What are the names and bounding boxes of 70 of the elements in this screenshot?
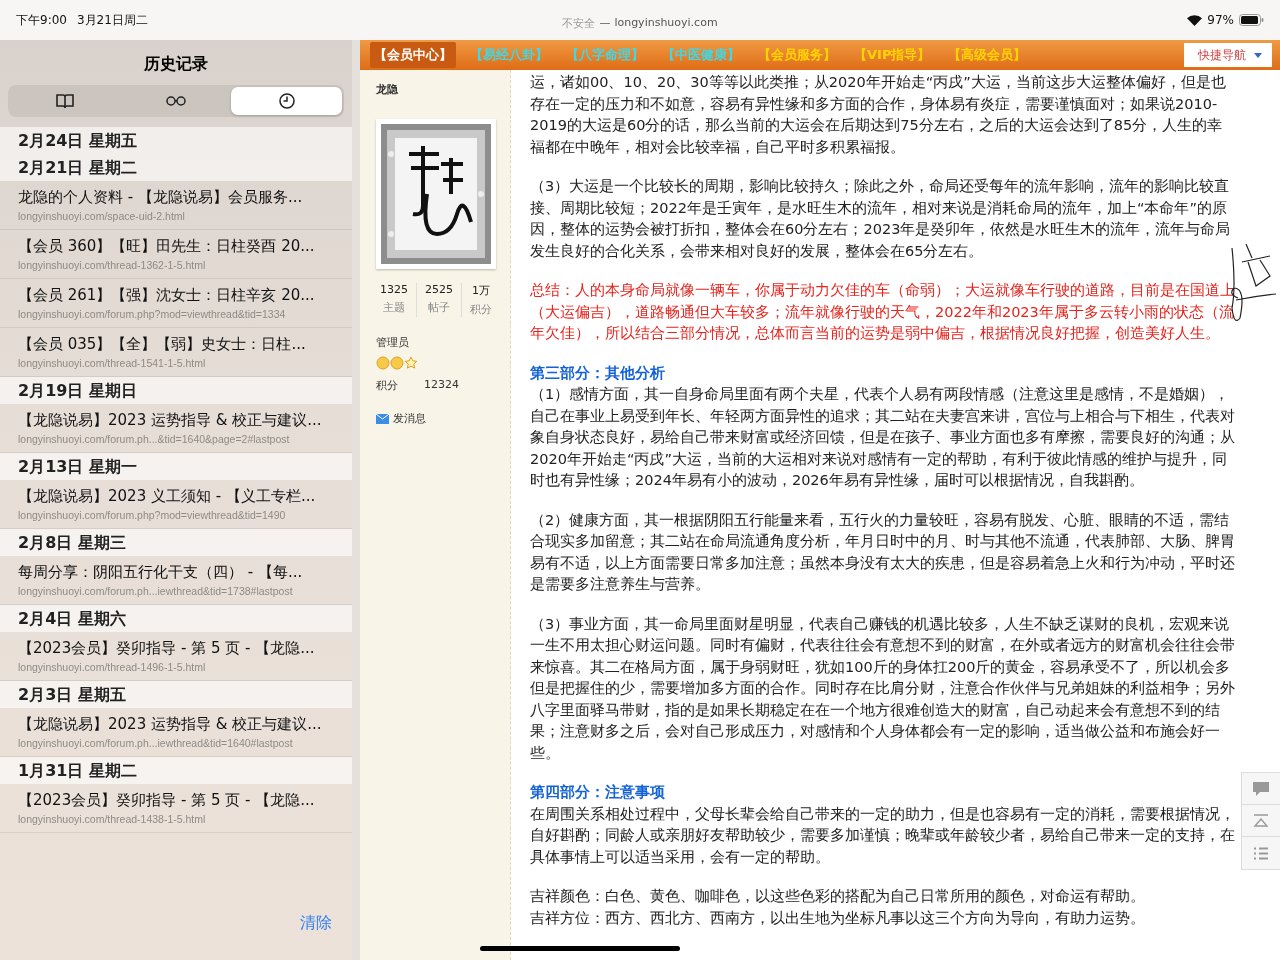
- author-name[interactable]: 龙隐: [376, 82, 398, 97]
- date-header: 2月4日 星期六: [0, 605, 352, 632]
- battery-icon: [1239, 14, 1264, 26]
- history-url: longyinshuoyi.com/thread-1362-1-5.html: [18, 259, 207, 272]
- quick-nav-button[interactable]: 快捷导航: [1184, 43, 1272, 67]
- clock-icon: [278, 93, 295, 109]
- stat-value: 1万: [472, 283, 490, 298]
- status-time: 下午9:00: [16, 11, 67, 29]
- date-header: 1月31日 星期二: [0, 757, 352, 784]
- history-url: longyinshuoyi.com/forum.ph...&tid=1640&page=2#lastpost: [18, 433, 291, 446]
- history-url: longyinshuoyi.com/space-uid-2.html: [18, 210, 186, 223]
- send-message-link[interactable]: 发消息: [376, 411, 426, 426]
- date-header: 2月8日 星期三: [0, 529, 352, 556]
- post-paragraph: 运，诸如00、10、20、30等等以此类推；从2020年开始走“丙戌”大运，当前这步大运整体偏好，但是也存在一定的压力和不如意，容易有异性缘和多方面的合作，身体易有炎症，需要谨慎面对；如果说2010-2019的大运是60分的话，那么当前的大运会在后期达到75分左右，之后的大运会达到了85分，人生的幸福都在中晚年，相对会比较幸福，自己平时多积累福报。: [530, 73, 1227, 157]
- section-heading: 第三部分：其他分析: [530, 363, 666, 383]
- history-url: longyinshuoyi.com/forum.ph...iewthread&tid=1738#lastpost: [18, 585, 294, 598]
- history-title: 【会员 360】【旺】田先生：日柱癸酉 20...: [18, 237, 316, 256]
- points-label: 积分: [376, 378, 398, 393]
- security-label: 不安全: [562, 16, 596, 31]
- status-date: 3月21日周二: [76, 11, 148, 29]
- history-url: longyinshuoyi.com/forum.php?mod=viewthread&tid=1490: [18, 509, 287, 522]
- address-domain[interactable]: longyinshuoyi.com: [614, 16, 718, 31]
- post-paragraph: 在周围关系相处过程中，父母长辈会给自己带来的一定的助力，但是也容易有一定的消耗，需要根据情况，自好斟酌；同龄人或亲朋好友帮助较少，需要多加谨慎；晚辈或年龄较少者，易给自己带来一定的支持，在具体事情上可以适当采用，会有一定的帮助。: [530, 804, 1236, 867]
- history-title: 【龙隐说易】2023 运势指导 & 校正与建议...: [18, 411, 323, 430]
- history-url: longyinshuoyi.com/thread-1541-1-5.html: [18, 357, 207, 370]
- book-icon: [55, 93, 76, 109]
- glasses-icon: [165, 96, 187, 106]
- segment-tab[interactable]: [231, 87, 342, 115]
- history-url: longyinshuoyi.com/forum.php?mod=viewthread&tid=1334: [18, 308, 287, 321]
- battery-percent: 97%: [1207, 13, 1234, 27]
- history-title: 【龙隐说易】2023 义工须知 - 【义工专栏...: [18, 487, 317, 506]
- stat-label: 主题: [383, 300, 405, 315]
- stat-label: 积分: [470, 302, 492, 317]
- comment-icon: [1252, 780, 1270, 797]
- post-paragraph: （3）大运是一个比较长的周期，影响比较持久；除此之外，命局还受每年的流年影响，流年的影响比较直接、周期比较短；2022年是壬寅年，是水旺生木的流年，相对来说是消耗命局的流年，加上“本命年”的原因，整体的运势会被打折扣，整体会在60分左右；2023年是癸卯年，依然是水旺生木的流年，流年与命局发生良好的合化关系，会带来相对良好的发展，整体会在65分左右。: [530, 177, 1232, 261]
- date-header: 2月21日 星期二: [0, 154, 352, 181]
- history-url: longyinshuoyi.com/thread-1496-1-5.html: [18, 661, 207, 674]
- post-paragraph: （3）事业方面，其一命局里面财星明显，代表自己赚钱的机遇比较多，人生不缺乏谋财的良机，宏观来说一生不用太担心财运问题。同时有偏财，代表往往会有意想不到的财富，在外或者远方的财富机会往往会带来惊喜。其二在格局方面，属于身弱财旺，犹如100斤的身体扛200斤的黄金，容易承受不了，所以机会多但是把握住的少，需要增加多方面的合作。同时存在比肩分财，注意合作伙伴与兄弟姐妹的利益相争；另外八字里面驿马带财，指的是如果长期稳定在在一个地方很难创造大的财富，自己动起来会有意想不到的结果；注意财多之后，会对自己形成压力，对感情和个人身体都会有一定的影响，适当做公益和布施会好一些。: [530, 614, 1236, 763]
- history-title: 【会员 261】【强】沈女士：日柱辛亥 20...: [18, 286, 316, 305]
- post-paragraph: （2）健康方面，其一根据阴阳五行能量来看，五行火的力量较旺，容易有脱发、心脏、眼睛的不适，需结合现实多加留意；其二站在命局流通角度分析，年月日时中的月、时与其他不流通，代表肺部、大肠、脾胃易有不适，以上方面需要日常多加注意；虽然本身没有太大的疾患，但是容易着急上火和行为冲动，平时还是需要多注意养生与营养。: [530, 510, 1236, 594]
- up-arrow-icon: [1253, 813, 1269, 828]
- history-title: 【龙隐说易】2023 运势指导 & 校正与建议...: [18, 715, 323, 734]
- stat-value: 2525: [425, 283, 453, 296]
- post-line: 吉祥颜色：白色、黄色、咖啡色，以这些色彩的搭配为自己日常所用的颜色，对命运有帮助。: [530, 887, 1146, 906]
- history-title: 【2023会员】癸卯指导 - 第 5 页 - 【龙隐...: [18, 791, 316, 810]
- list-icon: [1253, 846, 1269, 860]
- history-title: 【会员 035】【全】【弱】史女士：日柱...: [18, 335, 307, 354]
- sidebar-title: 历史记录: [143, 53, 209, 75]
- post-line: 吉祥方位：西方、西北方、西南方，以出生地为坐标凡事以这三个方向为导向，有助力运势。: [530, 908, 1146, 928]
- history-title: 【2023会员】癸卯指导 - 第 5 页 - 【龙隐...: [18, 639, 316, 658]
- history-url: longyinshuoyi.com/forum.ph...iewthread&tid=1640#lastpost: [18, 737, 294, 750]
- history-title: 龙隐的个人资料 - 【龙隐说易】会员服务...: [18, 188, 304, 207]
- nav-tab[interactable]: 【会员中心】: [370, 42, 456, 68]
- mail-icon: [376, 413, 389, 424]
- history-title: 每周分享：阴阳五行化干支（四） - 【每...: [18, 563, 304, 582]
- stat-value: 1325: [380, 283, 408, 296]
- post-paragraph: （1）感情方面，其一自身命局里面有两个夫星，代表个人易有两段情感（注意这里是感情，不是婚姻），自己在事业上易受到年长、年轻两方面异性的追求；其二站在夫妻宫来讲，宫位与上相合与下相生，代表对象自身状态良好，易给自己带来财富或经济回馈，但是在孩子、事业方面也多有摩擦，需要良好的沟通；从2020年开始走“丙戌”大运，当前的大运相对来说对感情有一定的帮助，有利于彼此情感的维护与提升，同时也有异性缘；2024年易有小的波动，2026年易有异性缘，届时可以根据情况，自我斟酌。: [530, 385, 1236, 490]
- date-header: 2月24日 星期五: [0, 127, 352, 154]
- user-group[interactable]: 管理员: [376, 335, 409, 350]
- caret-icon: [1254, 52, 1262, 58]
- history-url: longyinshuoyi.com/thread-1438-1-5.html: [18, 813, 207, 826]
- date-header: 2月3日 星期五: [0, 681, 352, 708]
- date-header: 2月13日 星期一: [0, 453, 352, 480]
- rank-icon: [376, 356, 420, 370]
- date-header: 2月19日 星期日: [0, 377, 352, 404]
- section-heading: 第四部分：注意事项: [530, 783, 666, 802]
- stat-label: 帖子: [428, 300, 450, 315]
- wifi-icon: [1187, 14, 1203, 26]
- address-separator: —: [599, 16, 611, 31]
- points-value: 12324: [424, 378, 459, 393]
